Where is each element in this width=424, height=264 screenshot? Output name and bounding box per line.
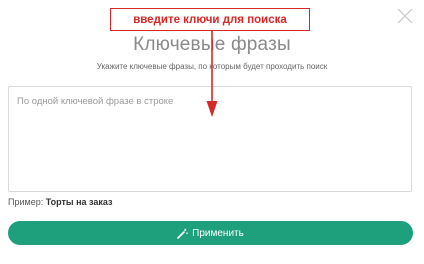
example-value: Торты на заказ [45,197,113,207]
magic-wand-icon [177,228,188,239]
example-label: Пример: [8,197,44,207]
example-hint: Пример: Торты на заказ [8,197,113,207]
apply-button[interactable]: Применить [8,221,413,245]
keyword-dialog: Ключевые фразы Укажите ключевые фразы, п… [0,0,424,264]
close-icon[interactable] [396,7,414,25]
close-button[interactable] [396,7,414,25]
annotation-callout: введите ключи для поиска [110,8,310,31]
annotation-arrow-icon [206,31,218,117]
apply-button-label: Применить [192,227,244,239]
